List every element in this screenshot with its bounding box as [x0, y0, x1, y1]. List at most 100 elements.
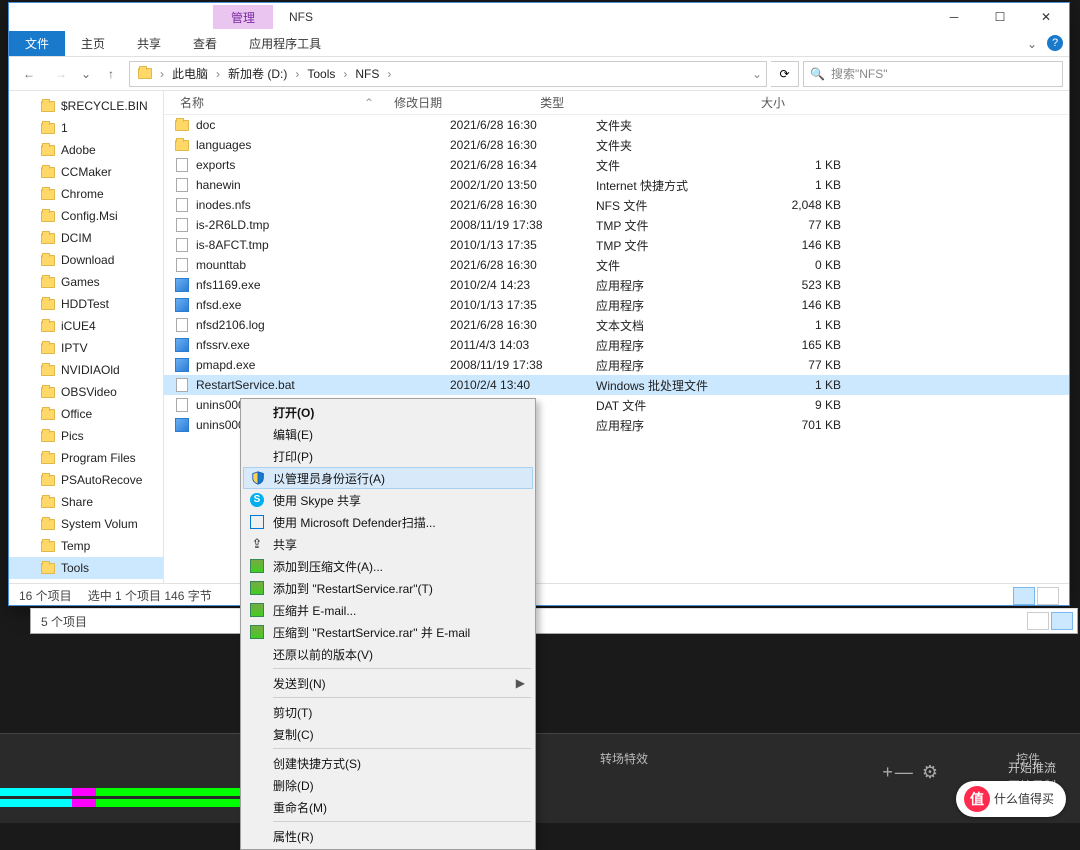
up-button[interactable]: ↑	[97, 60, 125, 88]
tree-item[interactable]: System Volum	[9, 513, 163, 535]
file-row[interactable]: nfsd2106.log2021/6/28 16:30文本文档1 KB	[164, 315, 1069, 335]
close-button[interactable]: ✕	[1023, 3, 1069, 31]
file-row[interactable]: exports2021/6/28 16:34文件1 KB	[164, 155, 1069, 175]
tree-item[interactable]: Config.Msi	[9, 205, 163, 227]
context-menu[interactable]: 打开(O)编辑(E)打印(P)以管理员身份运行(A)S使用 Skype 共享使用…	[240, 398, 536, 850]
tree-item[interactable]: 1	[9, 117, 163, 139]
context-menu-item[interactable]: 重命名(M)	[243, 796, 533, 818]
path-dropdown-icon[interactable]: ⌄	[752, 67, 762, 81]
folder-icon	[41, 563, 55, 574]
folder-tree[interactable]: $RECYCLE.BIN1AdobeCCMakerChromeConfig.Ms…	[9, 91, 164, 583]
col-date[interactable]: 修改日期	[394, 94, 540, 111]
view-large-button[interactable]	[1037, 587, 1059, 605]
view-details-button[interactable]	[1027, 612, 1049, 630]
context-menu-item[interactable]: 编辑(E)	[243, 423, 533, 445]
file-row[interactable]: doc2021/6/28 16:30文件夹	[164, 115, 1069, 135]
tree-item[interactable]: Temp	[9, 535, 163, 557]
context-menu-item[interactable]: 创建快捷方式(S)	[243, 752, 533, 774]
context-menu-item[interactable]: 剪切(T)	[243, 701, 533, 723]
status-bar: 16 个项目 选中 1 个项目 146 字节	[9, 583, 1069, 607]
view-large-button[interactable]	[1051, 612, 1073, 630]
file-row[interactable]: RestartService.bat2010/2/4 13:40Windows …	[164, 375, 1069, 395]
crumb-0[interactable]: 此电脑	[168, 65, 212, 82]
file-row[interactable]: languages2021/6/28 16:30文件夹	[164, 135, 1069, 155]
ribbon-collapse-icon[interactable]: ⌄	[1027, 37, 1037, 51]
forward-button[interactable]: →	[47, 60, 75, 88]
file-row[interactable]: inodes.nfs2021/6/28 16:30NFS 文件2,048 KB	[164, 195, 1069, 215]
file-row[interactable]: mounttab2021/6/28 16:30文件0 KB	[164, 255, 1069, 275]
context-menu-item[interactable]: 打开(O)	[243, 401, 533, 423]
context-menu-item[interactable]: 使用 Microsoft Defender扫描...	[243, 511, 533, 533]
col-type[interactable]: 类型	[540, 94, 695, 111]
tree-item[interactable]: Pics	[9, 425, 163, 447]
context-menu-item[interactable]: 打印(P)	[243, 445, 533, 467]
tree-item[interactable]: HDDTest	[9, 293, 163, 315]
search-input[interactable]: 🔍 搜索"NFS"	[803, 61, 1063, 87]
recent-chevron-icon[interactable]: ⌄	[79, 60, 93, 88]
tree-item[interactable]: OBSVideo	[9, 381, 163, 403]
chevron-right-icon[interactable]: ›	[160, 67, 164, 81]
col-size[interactable]: 大小	[695, 94, 805, 111]
explorer-window: 管理 NFS ─ ☐ ✕ 文件 主页 共享 查看 应用程序工具 ⌄ ? ← → …	[8, 2, 1070, 606]
minimize-button[interactable]: ─	[931, 3, 977, 31]
tree-item[interactable]: Office	[9, 403, 163, 425]
view-details-button[interactable]	[1013, 587, 1035, 605]
context-menu-item[interactable]: 添加到压缩文件(A)...	[243, 555, 533, 577]
context-menu-item[interactable]: 以管理员身份运行(A)	[243, 467, 533, 489]
context-menu-item[interactable]: 压缩并 E-mail...	[243, 599, 533, 621]
rar-icon	[249, 624, 265, 640]
file-row[interactable]: nfssrv.exe2011/4/3 14:03应用程序165 KB	[164, 335, 1069, 355]
help-icon[interactable]: ?	[1047, 35, 1063, 51]
file-row[interactable]: is-8AFCT.tmp2010/1/13 17:35TMP 文件146 KB	[164, 235, 1069, 255]
tree-item[interactable]: Tools	[9, 557, 163, 579]
context-menu-item[interactable]: S使用 Skype 共享	[243, 489, 533, 511]
context-menu-item[interactable]: 复制(C)	[243, 723, 533, 745]
ribbon-context-tab[interactable]: 管理	[213, 5, 273, 29]
tree-item[interactable]: IPTV	[9, 337, 163, 359]
refresh-button[interactable]: ⟳	[771, 61, 799, 87]
context-menu-item[interactable]: 压缩到 "RestartService.rar" 并 E-mail	[243, 621, 533, 643]
tree-item[interactable]: CCMaker	[9, 161, 163, 183]
tab-share[interactable]: 共享	[121, 31, 177, 56]
timeline[interactable]	[0, 785, 240, 813]
folder-icon	[41, 123, 55, 134]
tab-home[interactable]: 主页	[65, 31, 121, 56]
tree-item[interactable]: $RECYCLE.BIN	[9, 95, 163, 117]
tree-item[interactable]: Program Files	[9, 447, 163, 469]
file-row[interactable]: pmapd.exe2008/11/19 17:38应用程序77 KB	[164, 355, 1069, 375]
context-menu-item[interactable]: 删除(D)	[243, 774, 533, 796]
bg-add-control[interactable]: +— ⚙	[882, 762, 940, 783]
context-menu-item[interactable]: 发送到(N)▶	[243, 672, 533, 694]
tree-item[interactable]: Chrome	[9, 183, 163, 205]
tree-item[interactable]: Share	[9, 491, 163, 513]
crumb-1[interactable]: 新加卷 (D:)	[224, 65, 291, 82]
breadcrumb[interactable]: › 此电脑 › 新加卷 (D:) › Tools › NFS › ⌄	[129, 61, 767, 87]
file-row[interactable]: nfs1169.exe2010/2/4 14:23应用程序523 KB	[164, 275, 1069, 295]
tree-item[interactable]: Download	[9, 249, 163, 271]
file-row[interactable]: hanewin2002/1/20 13:50Internet 快捷方式1 KB	[164, 175, 1069, 195]
pc-icon[interactable]	[134, 68, 156, 79]
file-menu[interactable]: 文件	[9, 31, 65, 56]
context-menu-item[interactable]: 属性(R)	[243, 825, 533, 847]
crumb-2[interactable]: Tools	[303, 67, 339, 81]
maximize-button[interactable]: ☐	[977, 3, 1023, 31]
tree-item[interactable]: PSAutoRecove	[9, 469, 163, 491]
back-button[interactable]: ←	[15, 60, 43, 88]
file-row[interactable]: is-2R6LD.tmp2008/11/19 17:38TMP 文件77 KB	[164, 215, 1069, 235]
tree-item[interactable]: DCIM	[9, 227, 163, 249]
context-menu-item[interactable]: ⇪共享	[243, 533, 533, 555]
context-menu-item[interactable]: 添加到 "RestartService.rar"(T)	[243, 577, 533, 599]
crumb-3[interactable]: NFS	[351, 67, 383, 81]
file-row[interactable]: nfsd.exe2010/1/13 17:35应用程序146 KB	[164, 295, 1069, 315]
tab-view[interactable]: 查看	[177, 31, 233, 56]
tree-item[interactable]: Games	[9, 271, 163, 293]
tree-item[interactable]: NVIDIAOld	[9, 359, 163, 381]
tab-apptools[interactable]: 应用程序工具	[233, 31, 337, 56]
folder-icon	[41, 387, 55, 398]
tree-item[interactable]: iCUE4	[9, 315, 163, 337]
folder-icon	[41, 255, 55, 266]
column-headers[interactable]: 名称 ⌃ 修改日期 类型 大小	[164, 91, 1069, 115]
tree-item[interactable]: Adobe	[9, 139, 163, 161]
titlebar[interactable]: 管理 NFS ─ ☐ ✕	[9, 3, 1069, 31]
context-menu-item[interactable]: 还原以前的版本(V)	[243, 643, 533, 665]
